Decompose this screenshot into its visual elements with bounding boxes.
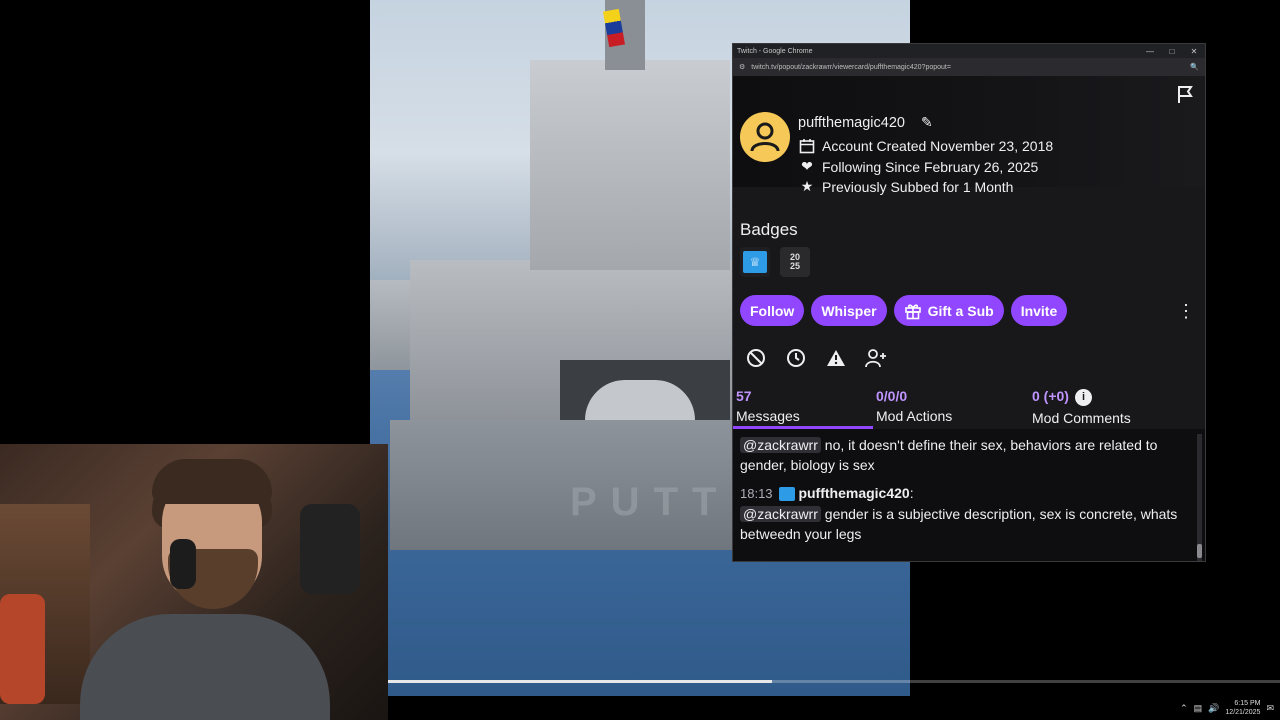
messages-label: Messages <box>736 408 800 424</box>
address-bar[interactable]: ⚙ twitch.tv/popout/zackrawrr/viewercard/… <box>733 58 1205 76</box>
tab-messages[interactable]: 57 Messages <box>736 388 800 424</box>
mod-comments-count: 0 (+0) <box>1032 388 1069 404</box>
subscriber-badge-icon <box>779 487 796 502</box>
avatar[interactable] <box>740 112 790 162</box>
maximize-icon[interactable]: □ <box>1161 47 1183 56</box>
following-since: ❤ Following Since February 26, 2025 <box>798 158 1038 175</box>
hull-text: PUTT <box>570 480 731 524</box>
colon: : <box>909 485 914 501</box>
mod-tools <box>745 347 887 369</box>
calendar-icon <box>798 138 816 154</box>
tab-mod-actions[interactable]: 0/0/0 Mod Actions <box>876 388 952 424</box>
account-created: Account Created November 23, 2018 <box>798 138 1053 154</box>
subscriber-badge[interactable]: ♕ <box>740 247 770 277</box>
gift-icon <box>904 303 921 319</box>
invite-button[interactable]: Invite <box>1010 295 1068 326</box>
edit-pencil-icon[interactable]: ✎ <box>921 114 933 131</box>
tray-time: 6:15 PM <box>1234 700 1261 707</box>
warn-icon[interactable] <box>825 347 847 369</box>
account-created-text: Account Created November 23, 2018 <box>822 138 1054 154</box>
notification-icon[interactable]: ✉ <box>1266 703 1274 714</box>
tray-date: 12/21/2025 <box>1225 709 1261 716</box>
site-info-icon[interactable]: ⚙ <box>739 63 745 71</box>
username[interactable]: puffthemagic420 <box>798 115 905 131</box>
info-icon[interactable]: i <box>1074 388 1092 406</box>
network-icon[interactable]: ▤ <box>1194 703 1203 714</box>
ship-tower <box>530 60 730 270</box>
viewer-card-window: Twitch - Google Chrome — □ ✕ ⚙ twitch.tv… <box>732 43 1206 562</box>
microphone <box>300 504 360 594</box>
stats-tabs: 57 Messages 0/0/0 Mod Actions 0 (+0) i Mo… <box>733 381 1205 429</box>
system-tray: ⌃ ▤ 🔊 6:15 PM 12/21/2025 ✉ <box>1154 696 1280 720</box>
messages-count: 57 <box>736 388 752 404</box>
whisper-button[interactable]: Whisper <box>811 295 887 326</box>
more-options-icon[interactable]: ⋮ <box>1177 301 1195 322</box>
viewer-card-header: puffthemagic420 ✎ Account Created Novemb… <box>733 76 1205 195</box>
chat-scrollbar[interactable] <box>1197 434 1202 561</box>
volume-icon[interactable]: 🔊 <box>1208 703 1219 714</box>
minimize-icon[interactable]: — <box>1139 47 1161 56</box>
chevron-up-icon[interactable]: ⌃ <box>1180 703 1188 714</box>
timestamp: 18:13 <box>740 486 773 501</box>
report-flag-icon[interactable] <box>1175 84 1195 104</box>
window-title: Twitch - Google Chrome <box>737 47 813 55</box>
mention[interactable]: @zackrawrr <box>740 437 821 453</box>
follow-button[interactable]: Follow <box>740 295 805 326</box>
mod-comments-label: Mod Comments <box>1032 409 1131 426</box>
message-history[interactable]: @zackrawrr no, it doesn't define their s… <box>733 429 1205 561</box>
gift-sub-label: Gift a Sub <box>927 302 994 319</box>
zoom-icon[interactable]: 🔍 <box>1190 63 1199 71</box>
mod-actions-count: 0/0/0 <box>876 388 908 404</box>
chat-message[interactable]: @zackrawrr no, it doesn't define their s… <box>740 435 1190 475</box>
chat-username[interactable]: puffthemagic420 <box>798 485 909 501</box>
video-progress-fill <box>388 680 772 683</box>
chat-message[interactable]: 18:13 puffthemagic420: @zackrawrr gender… <box>740 483 1190 544</box>
toy-figure <box>0 594 45 704</box>
tab-mod-comments[interactable]: 0 (+0) i Mod Comments <box>1032 388 1131 426</box>
headphone <box>170 539 196 589</box>
year-badge[interactable]: 20 25 <box>780 247 810 277</box>
following-since-text: Following Since February 26, 2025 <box>822 158 1039 175</box>
ban-icon[interactable] <box>745 347 767 369</box>
streamer-body <box>80 614 330 720</box>
add-mod-icon[interactable] <box>865 347 887 369</box>
previously-subbed-text: Previously Subbed for 1 Month <box>822 178 1014 195</box>
previously-subbed: ★ Previously Subbed for 1 Month <box>798 178 1014 195</box>
video-progress-bar[interactable] <box>388 680 1280 683</box>
badges-heading: Badges <box>740 220 798 239</box>
mod-actions-label: Mod Actions <box>876 408 953 424</box>
star-icon: ★ <box>800 178 814 194</box>
crown-icon: ♕ <box>743 251 767 273</box>
timeout-icon[interactable] <box>785 347 807 369</box>
user-icon <box>750 122 780 152</box>
tray-clock[interactable]: 6:15 PM 12/21/2025 <box>1225 699 1260 717</box>
streamer-hairline <box>152 459 272 504</box>
chat-scroll-thumb[interactable] <box>1197 544 1202 558</box>
heart-icon: ❤ <box>801 158 813 174</box>
window-titlebar[interactable]: Twitch - Google Chrome — □ ✕ <box>733 44 1205 58</box>
gift-sub-button[interactable]: Gift a Sub <box>893 295 1004 326</box>
mention[interactable]: @zackrawrr <box>740 506 821 522</box>
action-buttons: Follow Whisper Gift a Sub Invite <box>740 295 1068 326</box>
url-text[interactable]: twitch.tv/popout/zackrawrr/viewercard/pu… <box>751 64 1190 71</box>
year-badge-text: 20 25 <box>789 252 800 271</box>
webcam-overlay <box>0 444 388 720</box>
close-icon[interactable]: ✕ <box>1183 47 1205 56</box>
